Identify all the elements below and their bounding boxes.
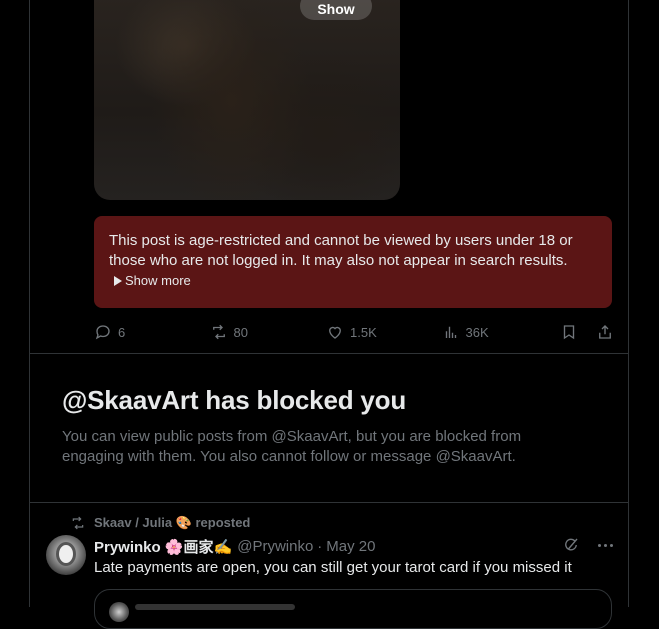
reply-button[interactable]: 6 — [94, 323, 210, 341]
share-icon — [599, 325, 611, 339]
show-more-label: Show more — [125, 273, 191, 288]
age-restricted-text: This post is age-restricted and cannot b… — [109, 232, 573, 269]
post-actions: 6 80 1.5K 36K — [94, 321, 614, 343]
divider — [30, 502, 628, 503]
quoted-author-placeholder — [135, 604, 295, 610]
blocked-description: You can view public posts from @SkaavArt… — [62, 428, 522, 465]
repost-icon — [72, 516, 84, 530]
heart-icon — [329, 326, 341, 339]
grok-icon — [565, 538, 578, 551]
author-handle[interactable]: @Prywinko — [237, 538, 313, 555]
expand-triangle-icon — [114, 275, 122, 286]
view-count: 36K — [465, 324, 489, 340]
blocked-title: @SkaavArt has blocked you — [62, 385, 407, 415]
timeline-column: Show This post is age-restricted and can… — [29, 0, 629, 629]
repost-context-label: Skaav / Julia 🎨 reposted — [94, 515, 251, 530]
blurred-media[interactable] — [94, 0, 400, 200]
post-text: Late payments are open, you can still ge… — [94, 559, 572, 576]
share-button[interactable] — [596, 323, 614, 341]
quoted-avatar — [109, 602, 129, 622]
divider — [30, 353, 628, 354]
author-name[interactable]: Prywinko 🌸画家✍️ — [94, 536, 232, 557]
repost-button[interactable]: 80 — [210, 323, 327, 341]
reply-icon — [95, 325, 110, 340]
separator: · — [317, 538, 323, 555]
grok-button[interactable] — [562, 536, 580, 554]
views-button[interactable]: 36K — [442, 323, 560, 341]
more-options-icon[interactable] — [596, 536, 614, 554]
like-button[interactable]: 1.5K — [326, 323, 442, 341]
like-count: 1.5K — [350, 324, 377, 340]
avatar[interactable] — [46, 535, 86, 575]
repost-context[interactable]: Skaav / Julia 🎨 reposted — [70, 515, 250, 531]
repost-icon — [212, 324, 225, 340]
repost-count: 80 — [233, 324, 248, 340]
post-header-actions — [562, 536, 614, 554]
post-header: Prywinko 🌸画家✍️ @Prywinko · May 20 — [94, 536, 614, 557]
quoted-post-card[interactable] — [94, 589, 612, 629]
show-more-toggle[interactable]: Show more — [114, 273, 597, 288]
bookmark-button[interactable] — [560, 323, 578, 341]
analytics-icon — [445, 326, 456, 338]
show-media-button[interactable]: Show — [300, 0, 372, 20]
post-date[interactable]: May 20 — [326, 538, 375, 555]
reply-count: 6 — [118, 324, 126, 340]
age-restricted-notice: This post is age-restricted and cannot b… — [94, 216, 612, 308]
bookmark-icon — [563, 325, 575, 340]
